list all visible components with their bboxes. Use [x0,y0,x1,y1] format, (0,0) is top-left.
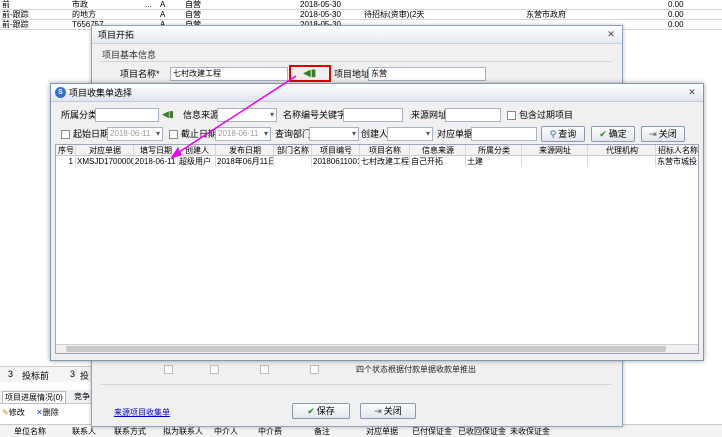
arrow-line [175,75,297,155]
arrow-head [170,147,182,159]
annotation-arrow [170,75,297,159]
